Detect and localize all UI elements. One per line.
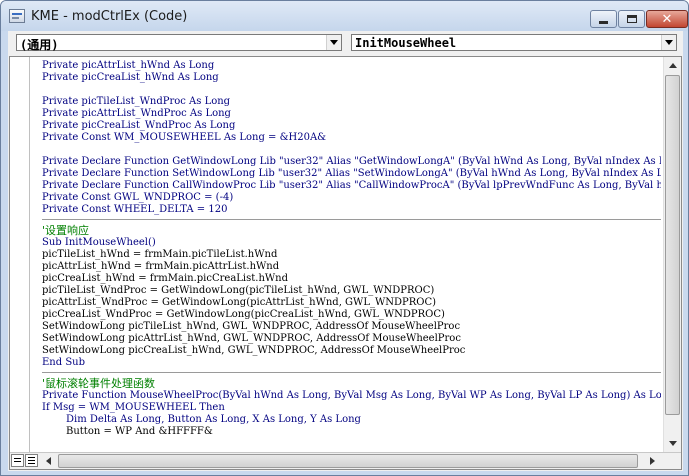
chevron-down-icon — [330, 40, 338, 45]
code-line[interactable]: Private Const WM_MOUSEWHEEL As Long = &H… — [42, 132, 661, 144]
code-line[interactable]: SetWindowLong picTileList_hWnd, GWL_WNDP… — [42, 321, 661, 333]
vb-code-window-icon[interactable] — [9, 9, 25, 23]
procedure-separator — [42, 372, 661, 373]
code-line[interactable]: Private Declare Function CallWindowProc … — [42, 180, 661, 192]
code-line[interactable]: Private picTileList_WndProc As Long — [42, 96, 661, 108]
code-line[interactable]: SetWindowLong picAttrList_hWnd, GWL_WNDP… — [42, 333, 661, 345]
object-dropdown[interactable]: (通用) — [16, 34, 342, 52]
code-line[interactable]: Private Const WHEEL_DELTA = 120 — [42, 204, 661, 216]
horizontal-scrollbar[interactable] — [40, 453, 661, 469]
minimize-icon — [599, 20, 608, 24]
code-line[interactable]: Sub InitMouseWheel() — [42, 237, 661, 249]
window-title: KME - modCtrlEx (Code) — [31, 9, 188, 24]
procedure-dropdown-value: InitMouseWheel — [355, 36, 457, 50]
code-line[interactable]: Private picCreaList_hWnd As Long — [42, 72, 661, 84]
code-line[interactable] — [42, 84, 661, 96]
procedure-separator — [42, 219, 661, 220]
init-mousewheel-procedure: '设置响应 Sub InitMouseWheel() picTileList_hWn… — [42, 224, 661, 369]
code-line[interactable]: Private Declare Function SetWindowLong L… — [42, 168, 661, 180]
code-line[interactable]: Button = WP And &HFFFF& — [42, 426, 661, 438]
chevron-down-icon — [665, 40, 673, 45]
code-line[interactable]: picTileList_hWnd = frmMain.picTileList.h… — [42, 249, 661, 261]
scroll-right-button[interactable] — [644, 453, 661, 469]
scroll-up-button[interactable] — [665, 57, 681, 74]
code-window: KME - modCtrlEx (Code) ✕ (通用) InitMouseW… — [0, 0, 689, 476]
code-line[interactable]: picCreaList_hWnd = frmMain.picCreaList.h… — [42, 273, 661, 285]
code-line[interactable]: picCreaList_WndProc = GetWindowLong(picC… — [42, 309, 661, 321]
procedure-view-button[interactable] — [11, 454, 24, 467]
object-dropdown-value: (通用) — [20, 38, 59, 52]
maximize-button[interactable] — [618, 10, 645, 28]
vertical-scrollbar[interactable] — [663, 57, 681, 452]
code-editor[interactable]: Private picAttrList_hWnd As Long Private … — [9, 56, 682, 470]
code-line[interactable]: Dim Delta As Long, Button As Long, X As … — [42, 414, 661, 426]
minimize-button[interactable] — [590, 10, 617, 28]
code-text-area[interactable]: Private picAttrList_hWnd As Long Private … — [42, 60, 661, 450]
scroll-down-button[interactable] — [665, 435, 681, 452]
code-line[interactable]: Private Function MouseWheelProc(ByVal hW… — [42, 390, 661, 402]
code-line[interactable]: picTileList_WndProc = GetWindowLong(picT… — [42, 285, 661, 297]
code-line[interactable]: picAttrList_hWnd = frmMain.picAttrList.h… — [42, 261, 661, 273]
close-button[interactable]: ✕ — [646, 10, 688, 28]
code-line[interactable]: End Sub — [42, 357, 661, 369]
code-line[interactable]: SetWindowLong picCreaList_hWnd, GWL_WNDP… — [42, 345, 661, 357]
code-line[interactable]: If Msg = WM_MOUSEWHEEL Then — [42, 402, 661, 414]
code-line[interactable]: picAttrList_WndProc = GetWindowLong(picA… — [42, 297, 661, 309]
horizontal-scroll-thumb[interactable] — [58, 454, 638, 468]
procedure-view-icon — [14, 458, 21, 459]
code-line[interactable]: Private Declare Function GetWindowLong L… — [42, 156, 661, 168]
scroll-left-button[interactable] — [40, 453, 57, 469]
code-line[interactable] — [42, 144, 661, 156]
maximize-icon — [626, 15, 637, 23]
arrow-right-icon — [650, 457, 655, 465]
procedure-dropdown-arrow[interactable] — [661, 35, 676, 50]
close-icon: ✕ — [661, 11, 673, 27]
size-grip[interactable] — [663, 453, 681, 469]
object-dropdown-arrow[interactable] — [326, 35, 341, 50]
title-bar[interactable]: KME - modCtrlEx (Code) ✕ — [1, 1, 688, 31]
full-module-view-icon — [28, 457, 35, 458]
declarations-section: Private picAttrList_hWnd As Long Private … — [42, 60, 661, 216]
arrow-left-icon — [46, 457, 51, 465]
code-window-client: (通用) InitMouseWheel Private picAttrList_… — [8, 31, 683, 471]
code-comment-line[interactable]: '设置响应 — [42, 224, 661, 237]
bottom-bar — [10, 452, 681, 469]
code-line[interactable]: Private picAttrList_hWnd As Long — [42, 60, 661, 72]
code-line[interactable]: Private Const GWL_WNDPROC = (-4) — [42, 192, 661, 204]
vertical-scroll-thumb[interactable] — [665, 75, 680, 415]
code-line[interactable]: Private picAttrList_WndProc As Long — [42, 108, 661, 120]
mousewheel-proc-function: '鼠标滚轮事件处理函数 Private Function MouseWheelPr… — [42, 377, 661, 438]
margin-indicator-bar[interactable] — [10, 57, 30, 452]
arrow-down-icon — [669, 441, 677, 446]
code-comment-line[interactable]: '鼠标滚轮事件处理函数 — [42, 377, 661, 390]
procedure-dropdown[interactable]: InitMouseWheel — [351, 34, 677, 51]
arrow-up-icon — [669, 63, 677, 68]
full-module-view-button[interactable] — [25, 454, 38, 467]
code-line[interactable]: Private picCreaList_WndProc As Long — [42, 120, 661, 132]
